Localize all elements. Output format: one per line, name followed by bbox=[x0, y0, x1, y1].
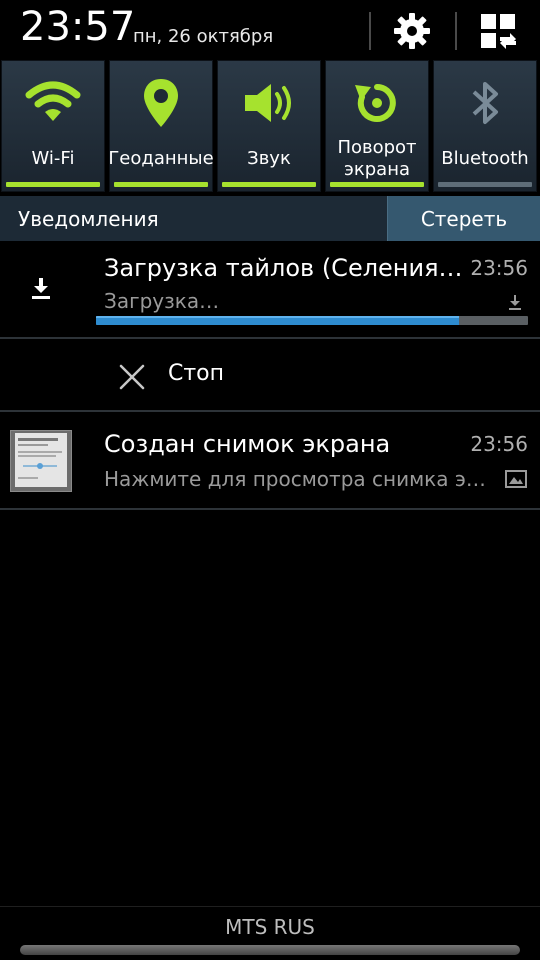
image-icon bbox=[504, 468, 528, 490]
status-header: 23:57 пн, 26 октября bbox=[0, 0, 540, 58]
toggle-sound[interactable]: Звук bbox=[217, 60, 321, 192]
notification-text: Нажмите для просмотра снимка э… bbox=[104, 467, 486, 491]
toggle-label: Геоданные bbox=[108, 148, 214, 169]
footer: MTS RUS bbox=[0, 906, 540, 960]
download-progress-bar bbox=[96, 316, 528, 325]
divider bbox=[0, 508, 540, 510]
notification-time: 23:56 bbox=[470, 256, 528, 280]
notifications-title: Уведомления bbox=[18, 207, 159, 231]
toggle-label: Поворот экрана bbox=[337, 137, 417, 180]
download-icon bbox=[24, 271, 58, 305]
quick-settings: Wi-Fi Геоданные Звук Поворот экрана Blue… bbox=[0, 58, 540, 196]
toggle-label: Bluetooth bbox=[441, 148, 529, 169]
volume-icon bbox=[218, 75, 320, 131]
settings-gear-icon[interactable] bbox=[390, 10, 434, 52]
notifications-header: Уведомления Стереть bbox=[0, 196, 540, 241]
toggle-location[interactable]: Геоданные bbox=[108, 60, 214, 192]
bluetooth-icon bbox=[434, 75, 536, 131]
rotate-icon bbox=[326, 75, 428, 131]
carrier-label: MTS RUS bbox=[225, 915, 315, 939]
toggle-indicator bbox=[114, 182, 208, 187]
date: пн, 26 октября bbox=[133, 26, 274, 47]
notification-text: Загрузка… bbox=[104, 289, 220, 313]
stop-label: Стоп bbox=[168, 361, 225, 386]
toggle-grid-icon[interactable] bbox=[476, 10, 520, 52]
toggle-label: Звук bbox=[247, 148, 291, 169]
notification-title: Загрузка тайлов (Селения… bbox=[104, 254, 463, 282]
toggle-indicator bbox=[438, 182, 532, 187]
thumbnail-image bbox=[15, 433, 67, 487]
drag-handle[interactable] bbox=[20, 945, 520, 955]
toggle-indicator bbox=[6, 182, 100, 187]
header-divider bbox=[455, 12, 457, 50]
toggle-label: Wi-Fi bbox=[31, 148, 75, 169]
download-progress-fill bbox=[96, 316, 459, 325]
notification-screenshot[interactable]: Создан снимок экрана 23:56 Нажмите для п… bbox=[0, 412, 540, 508]
location-pin-icon bbox=[110, 75, 212, 131]
clear-button[interactable]: Стереть bbox=[387, 196, 540, 241]
wifi-icon bbox=[2, 75, 104, 131]
notification-title: Создан снимок экрана bbox=[104, 430, 391, 458]
screenshot-thumbnail bbox=[10, 430, 72, 492]
notification-download[interactable]: Загрузка тайлов (Селения… 23:56 Загрузка… bbox=[0, 241, 540, 337]
toggle-rotation[interactable]: Поворот экрана bbox=[325, 60, 429, 192]
toggle-indicator bbox=[222, 182, 316, 187]
clock: 23:57 bbox=[20, 4, 136, 50]
download-small-icon bbox=[504, 291, 526, 313]
header-divider bbox=[369, 12, 371, 50]
toggle-indicator bbox=[330, 182, 424, 187]
close-icon bbox=[116, 361, 148, 393]
notification-shade: 23:57 пн, 26 октября Wi-Fi Геоданные Зву… bbox=[0, 0, 540, 960]
notification-time: 23:56 bbox=[470, 432, 528, 456]
toggle-wifi[interactable]: Wi-Fi bbox=[1, 60, 105, 192]
stop-action[interactable]: Стоп bbox=[0, 339, 540, 411]
toggle-bluetooth[interactable]: Bluetooth bbox=[433, 60, 537, 192]
